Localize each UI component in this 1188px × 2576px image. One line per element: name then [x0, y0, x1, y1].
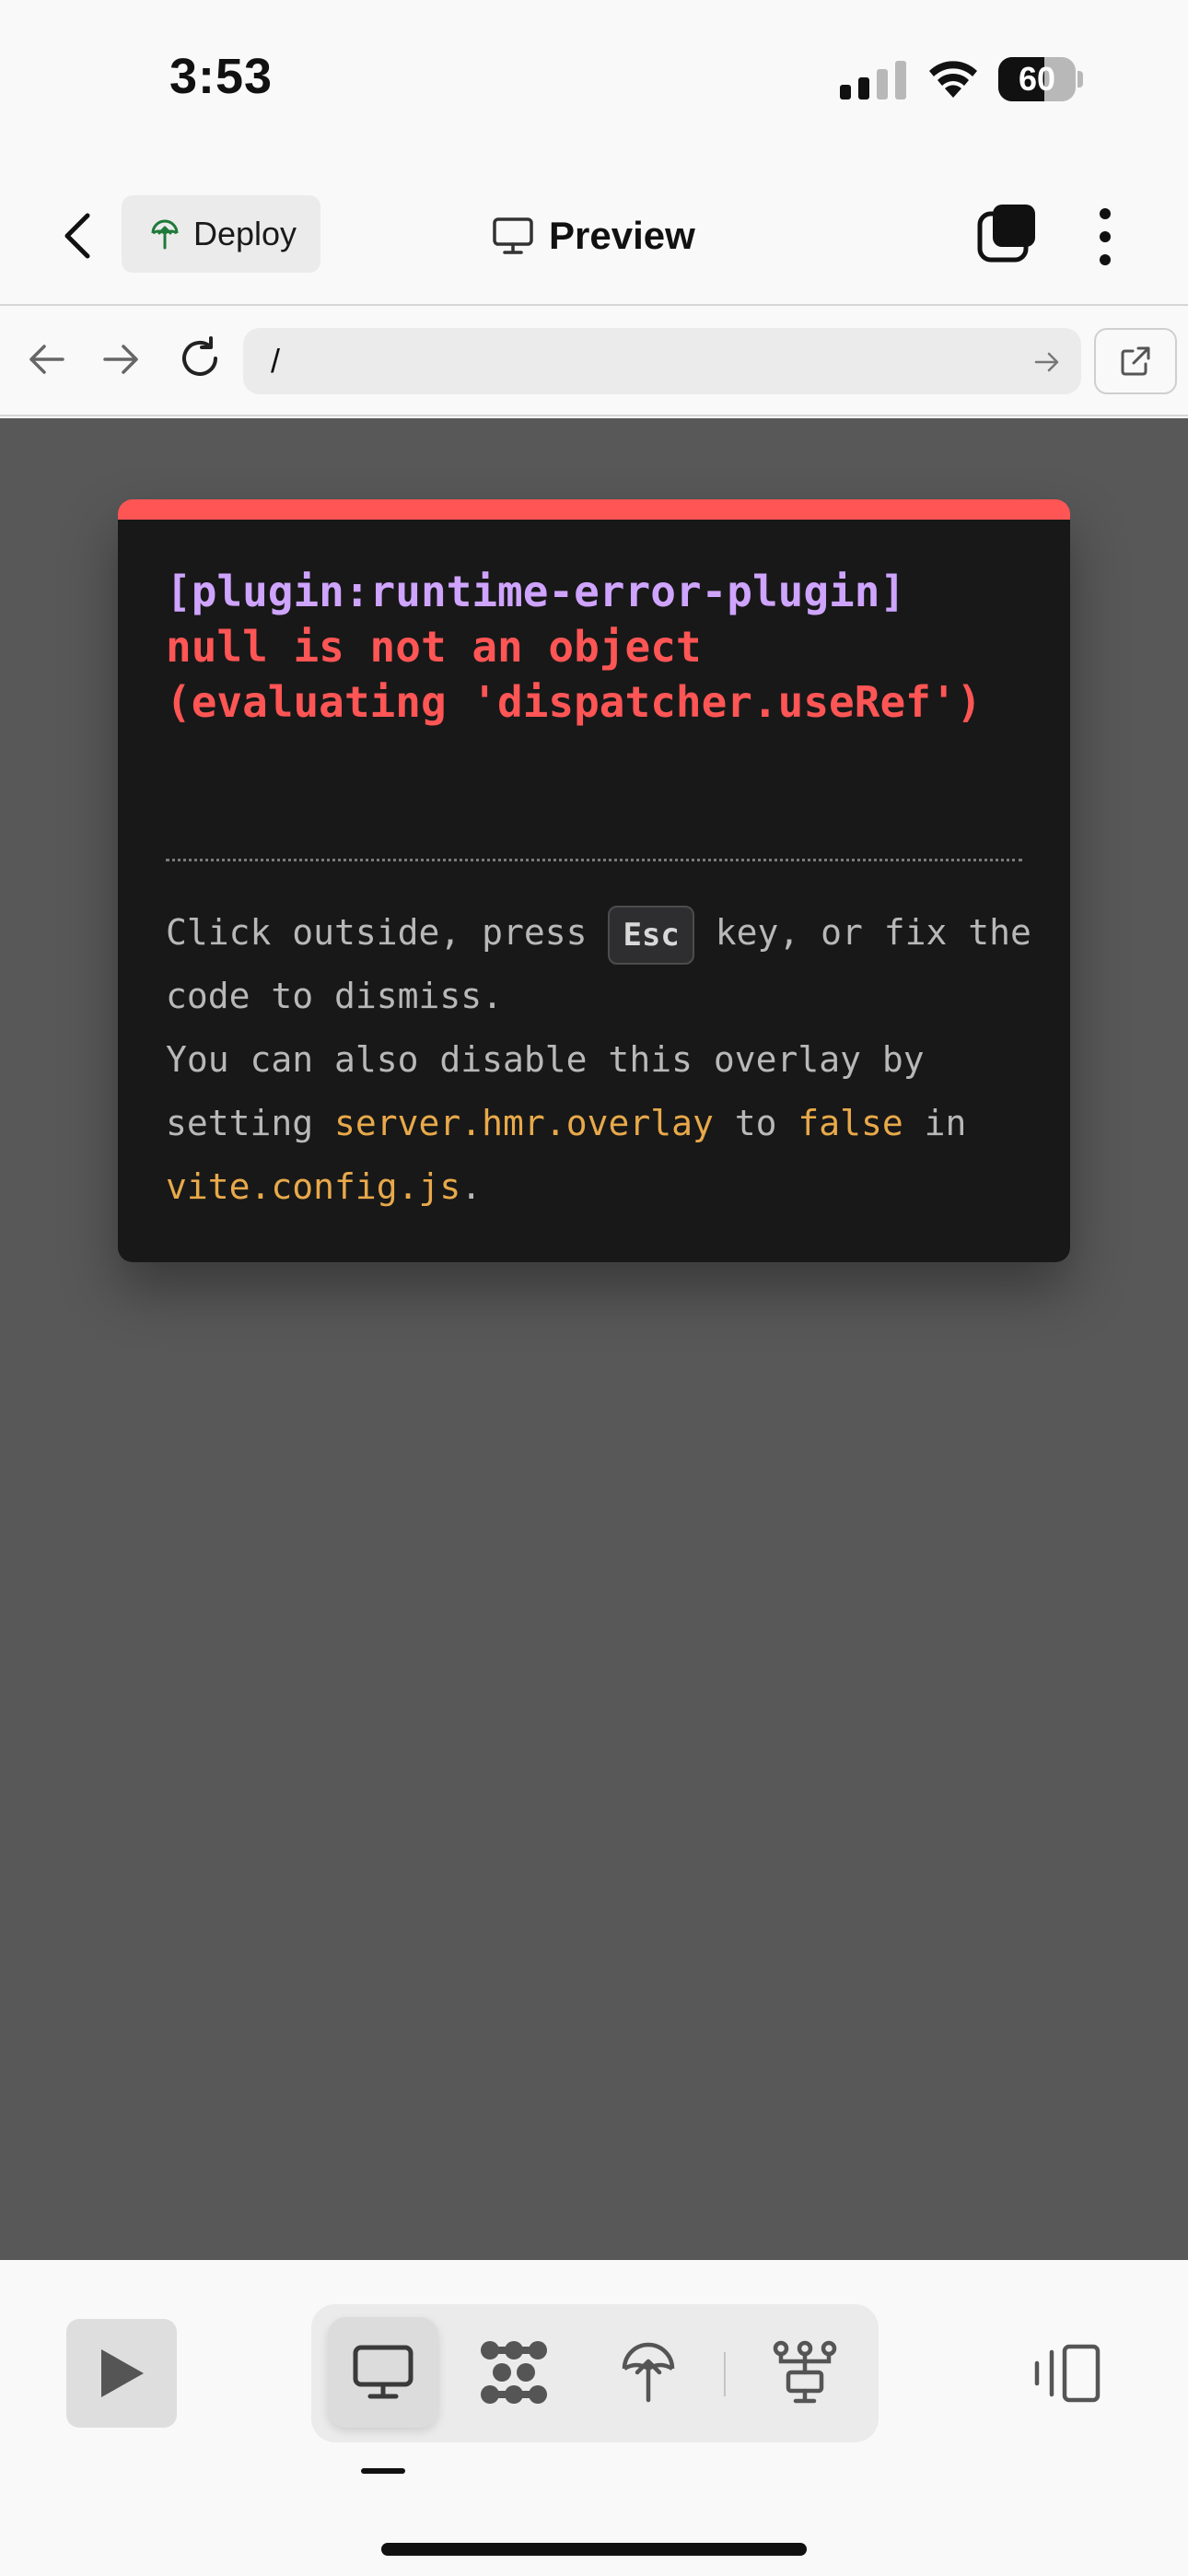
value-code: false	[798, 1103, 903, 1143]
url-bar: /	[0, 308, 1188, 416]
app-header: Deploy Preview	[0, 166, 1188, 306]
home-indicator	[381, 2543, 807, 2556]
vertical-dots-icon[interactable]	[1087, 206, 1124, 267]
status-bar: 3:53 60	[0, 0, 1188, 166]
network-tree-icon	[773, 2340, 837, 2404]
view-mode-switcher	[311, 2304, 879, 2442]
active-mode-indicator	[361, 2468, 405, 2474]
play-icon	[101, 2349, 144, 2397]
globe-upload-icon	[151, 219, 179, 250]
error-tip: Click outside, press Esc key, or fix the…	[166, 901, 1050, 1219]
url-text: /	[271, 342, 281, 380]
deploy-button[interactable]: Deploy	[122, 195, 320, 273]
arrow-right-icon[interactable]	[101, 339, 142, 380]
file-code: vite.config.js	[166, 1166, 461, 1207]
monitor-icon	[353, 2345, 413, 2399]
battery-indicator: 60	[998, 57, 1083, 101]
run-button[interactable]	[66, 2319, 177, 2428]
page-title-label: Preview	[549, 214, 695, 257]
mode-network-button[interactable]	[750, 2317, 860, 2428]
bottom-toolbar	[0, 2262, 1188, 2576]
deploy-label: Deploy	[193, 215, 297, 252]
tip-text: .	[460, 1166, 483, 1207]
status-time: 3:53	[169, 49, 274, 104]
dots-grid-icon	[481, 2341, 547, 2404]
back-button[interactable]	[52, 203, 103, 269]
tip-text: to	[713, 1103, 798, 1143]
cellular-signal-icon	[840, 61, 906, 100]
globe-upload-icon	[622, 2342, 675, 2403]
url-input[interactable]: /	[243, 328, 1081, 394]
tip-text: in	[903, 1103, 967, 1143]
divider	[166, 859, 1022, 861]
battery-level: 60	[1018, 60, 1056, 98]
external-link-icon	[1121, 346, 1150, 376]
chevron-left-icon	[64, 213, 90, 259]
esc-key: Esc	[608, 905, 694, 965]
page-title: Preview	[492, 203, 695, 269]
side-panel-icon[interactable]	[1031, 2343, 1101, 2404]
open-external-button[interactable]	[1094, 328, 1177, 394]
arrow-left-icon[interactable]	[26, 339, 66, 380]
toolbar-divider	[724, 2352, 726, 2396]
error-overlay: [plugin:runtime-error-plugin] null is no…	[118, 499, 1070, 1262]
mode-canvas-button[interactable]	[459, 2317, 569, 2428]
reload-icon[interactable]	[177, 335, 223, 381]
tip-text: Click outside, press	[166, 912, 609, 953]
mode-deploy-button[interactable]	[593, 2317, 704, 2428]
error-plugin-name: [plugin:runtime-error-plugin]	[166, 567, 906, 616]
mode-preview-button[interactable]	[328, 2317, 438, 2428]
preview-viewport[interactable]: [plugin:runtime-error-plugin] null is no…	[0, 418, 1188, 2260]
setting-code: server.hmr.overlay	[334, 1103, 714, 1143]
wifi-icon	[929, 61, 977, 98]
error-message: null is not an object (evaluating 'dispa…	[166, 622, 983, 727]
monitor-icon	[493, 217, 533, 254]
stacked-squares-icon[interactable]	[976, 203, 1037, 263]
arrow-right-icon[interactable]	[1033, 348, 1061, 376]
